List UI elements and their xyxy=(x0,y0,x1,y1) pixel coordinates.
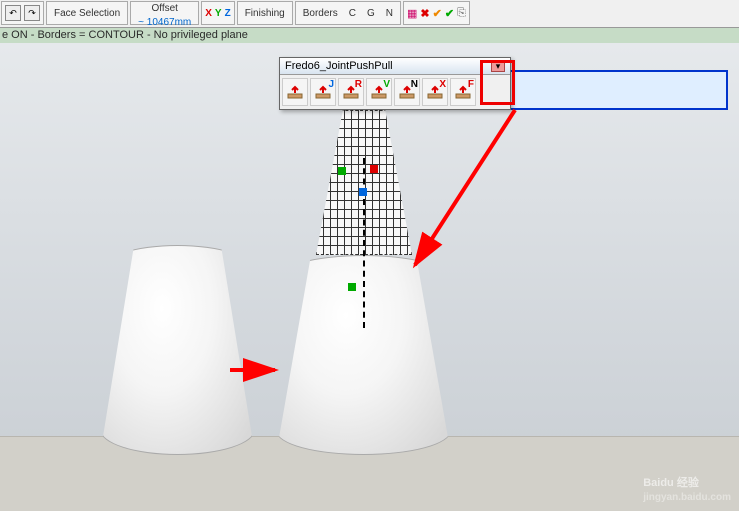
tool-round[interactable]: R xyxy=(338,78,364,106)
face-selection-group: Face Selection xyxy=(46,1,128,25)
history-group: ↶ ↷ xyxy=(1,1,44,25)
offset-group: Offset ~ 10467mm xyxy=(130,1,199,25)
handle-green-lower[interactable] xyxy=(348,283,356,291)
tool-letter: J xyxy=(328,79,334,90)
axis-x[interactable]: X xyxy=(205,8,212,19)
watermark-brand: Baidu 经验 xyxy=(643,477,699,489)
face-selection-label: Face Selection xyxy=(50,8,124,19)
finishing-group: Finishing xyxy=(237,1,293,25)
check-green-icon[interactable]: ✔ xyxy=(445,7,454,20)
annotation-highlight-box xyxy=(480,60,515,105)
exit-icon[interactable]: ⎘ xyxy=(457,7,466,20)
offset-value: ~ 10467mm xyxy=(134,17,195,28)
viewport-3d[interactable] xyxy=(0,43,739,511)
handle-blue[interactable] xyxy=(359,188,367,196)
axis-y[interactable]: Y xyxy=(215,8,222,19)
toolbar-title: Fredo6_JointPushPull xyxy=(285,60,393,72)
offset-label: Offset xyxy=(147,3,182,14)
axes-group: X Y Z xyxy=(201,1,234,25)
annotation-arrow-right xyxy=(225,355,285,385)
watermark-url: jingyan.baidu.com xyxy=(643,492,731,503)
handle-green[interactable] xyxy=(338,167,346,175)
tool-letter: V xyxy=(383,79,390,90)
borders-group: Borders C G N xyxy=(295,1,401,25)
watermark: Baidu 经验 jingyan.baidu.com xyxy=(643,469,731,503)
finishing-label: Finishing xyxy=(241,8,289,19)
delete-icon[interactable]: ✖ xyxy=(420,7,429,20)
annotation-arrow-diagonal xyxy=(400,100,530,280)
undo-button[interactable]: ↶ xyxy=(5,5,21,21)
misc-group: ▦ ✖ ✔ ✔ ⎘ xyxy=(403,1,470,25)
borders-label: Borders xyxy=(299,8,342,19)
tool-letter: F xyxy=(468,79,474,90)
cube-icon[interactable]: ▦ xyxy=(407,7,417,20)
toolbar-titlebar[interactable]: Fredo6_JointPushPull ▾ xyxy=(280,58,510,75)
tool-vector[interactable]: V xyxy=(366,78,392,106)
border-opt-c[interactable]: C xyxy=(345,8,360,19)
main-toolbar: ↶ ↷ Face Selection Offset ~ 10467mm X Y … xyxy=(0,0,739,28)
tool-joint[interactable]: J xyxy=(310,78,336,106)
border-opt-g[interactable]: G xyxy=(363,8,379,19)
tool-letter: X xyxy=(439,79,446,90)
redo-button[interactable]: ↷ xyxy=(24,5,40,21)
check-orange-icon[interactable]: ✔ xyxy=(433,7,442,20)
status-bar: e ON - Borders = CONTOUR - No privileged… xyxy=(0,28,739,43)
tool-classic[interactable] xyxy=(282,78,308,106)
tool-letter: R xyxy=(355,79,362,90)
axis-guide-dashed xyxy=(363,158,365,328)
tool-letter: N xyxy=(411,79,418,90)
border-opt-n[interactable]: N xyxy=(382,8,397,19)
cone-object-left[interactable] xyxy=(100,245,255,455)
axis-z[interactable]: Z xyxy=(225,8,231,19)
handle-red[interactable] xyxy=(370,165,378,173)
